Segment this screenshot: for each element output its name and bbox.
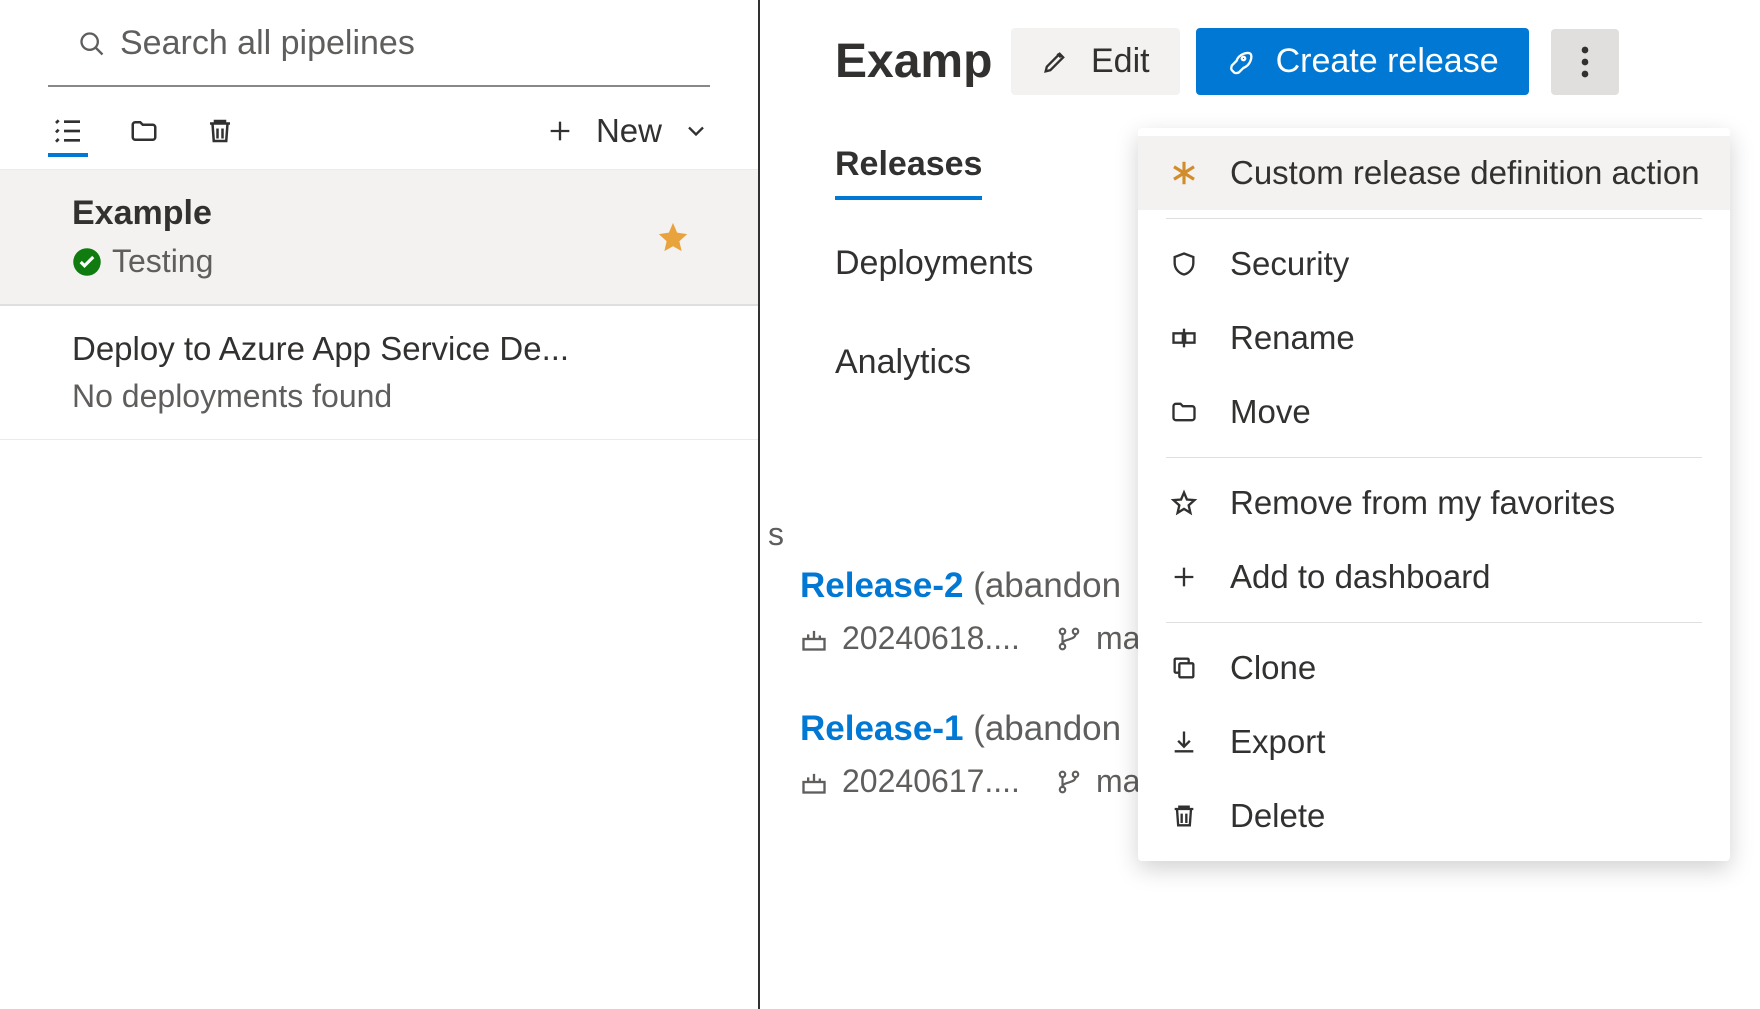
menu-move[interactable]: Move bbox=[1138, 375, 1730, 449]
build-icon bbox=[800, 625, 828, 653]
filter-toolbar: New bbox=[0, 87, 758, 170]
context-menu: Custom release definition action Securit… bbox=[1138, 128, 1730, 861]
release-build: 20240618.... bbox=[842, 620, 1020, 657]
menu-divider bbox=[1166, 218, 1702, 219]
menu-add-dashboard[interactable]: Add to dashboard bbox=[1138, 540, 1730, 614]
release-status: (abandon bbox=[973, 709, 1121, 748]
menu-rename[interactable]: Rename bbox=[1138, 301, 1730, 375]
pipelines-sidebar: New Example Testing Deploy to Azure App … bbox=[0, 0, 760, 1009]
edit-button[interactable]: Edit bbox=[1011, 28, 1180, 95]
view-folder-button[interactable] bbox=[124, 111, 164, 151]
menu-remove-favorite[interactable]: Remove from my favorites bbox=[1138, 466, 1730, 540]
release-status: (abandon bbox=[973, 566, 1121, 605]
view-list-button[interactable] bbox=[48, 117, 88, 157]
page-title: Exampl bbox=[835, 34, 995, 89]
tab-analytics[interactable]: Analytics bbox=[835, 327, 971, 398]
favorite-star-icon[interactable] bbox=[656, 220, 690, 254]
tab-releases[interactable]: Releases bbox=[835, 129, 982, 200]
release-link[interactable]: Release-1 bbox=[800, 709, 963, 748]
release-branch: ma bbox=[1096, 763, 1140, 800]
pipeline-item-example[interactable]: Example Testing bbox=[0, 170, 758, 306]
download-icon bbox=[1166, 728, 1202, 756]
folder-icon bbox=[1166, 398, 1202, 426]
menu-label: Security bbox=[1230, 245, 1349, 283]
release-link[interactable]: Release-2 bbox=[800, 566, 963, 605]
menu-divider bbox=[1166, 457, 1702, 458]
pipeline-subtext: No deployments found bbox=[72, 378, 710, 415]
trash-icon bbox=[1166, 802, 1202, 830]
pipeline-status-text: Testing bbox=[112, 243, 213, 280]
pipeline-title: Deploy to Azure App Service De... bbox=[72, 330, 710, 368]
new-pipeline-button[interactable]: New bbox=[546, 112, 710, 150]
search-bar bbox=[48, 16, 710, 87]
pencil-icon bbox=[1041, 48, 1069, 76]
plus-icon bbox=[1166, 563, 1202, 591]
menu-security[interactable]: Security bbox=[1138, 227, 1730, 301]
release-branch: ma bbox=[1096, 620, 1140, 657]
build-icon bbox=[800, 768, 828, 796]
new-button-label: New bbox=[596, 112, 662, 150]
tab-deployments[interactable]: Deployments bbox=[835, 228, 1033, 299]
menu-export[interactable]: Export bbox=[1138, 705, 1730, 779]
copy-icon bbox=[1166, 654, 1202, 682]
release-detail-panel: Exampl Edit Create release Releases Depl… bbox=[760, 0, 1760, 1009]
header-row: Exampl Edit Create release bbox=[760, 28, 1760, 95]
create-release-button[interactable]: Create release bbox=[1196, 28, 1529, 95]
menu-label: Export bbox=[1230, 723, 1325, 761]
menu-label: Custom release definition action bbox=[1230, 154, 1700, 192]
success-icon bbox=[72, 247, 102, 277]
plus-icon bbox=[546, 117, 574, 145]
search-icon bbox=[78, 30, 106, 58]
menu-divider bbox=[1166, 622, 1702, 623]
pipeline-title: Example bbox=[72, 194, 710, 233]
truncated-text: s bbox=[768, 516, 784, 553]
menu-label: Rename bbox=[1230, 319, 1355, 357]
edit-label: Edit bbox=[1091, 42, 1150, 81]
branch-icon bbox=[1056, 769, 1082, 795]
more-actions-button[interactable] bbox=[1551, 29, 1619, 95]
pipeline-status: Testing bbox=[72, 243, 710, 280]
search-input[interactable] bbox=[120, 24, 710, 63]
menu-clone[interactable]: Clone bbox=[1138, 631, 1730, 705]
branch-icon bbox=[1056, 626, 1082, 652]
asterisk-icon bbox=[1166, 158, 1202, 188]
create-release-label: Create release bbox=[1276, 42, 1499, 81]
menu-custom-action[interactable]: Custom release definition action bbox=[1138, 136, 1730, 210]
menu-label: Clone bbox=[1230, 649, 1316, 687]
pipeline-item-deploy[interactable]: Deploy to Azure App Service De... No dep… bbox=[0, 306, 758, 440]
menu-delete[interactable]: Delete bbox=[1138, 779, 1730, 853]
release-build: 20240617.... bbox=[842, 763, 1020, 800]
menu-label: Delete bbox=[1230, 797, 1325, 835]
shield-icon bbox=[1166, 250, 1202, 278]
menu-label: Move bbox=[1230, 393, 1311, 431]
star-outline-icon bbox=[1166, 489, 1202, 517]
rocket-icon bbox=[1226, 48, 1254, 76]
rename-icon bbox=[1166, 324, 1202, 352]
chevron-down-icon bbox=[682, 117, 710, 145]
menu-label: Add to dashboard bbox=[1230, 558, 1491, 596]
view-deleted-button[interactable] bbox=[200, 111, 240, 151]
menu-label: Remove from my favorites bbox=[1230, 484, 1615, 522]
